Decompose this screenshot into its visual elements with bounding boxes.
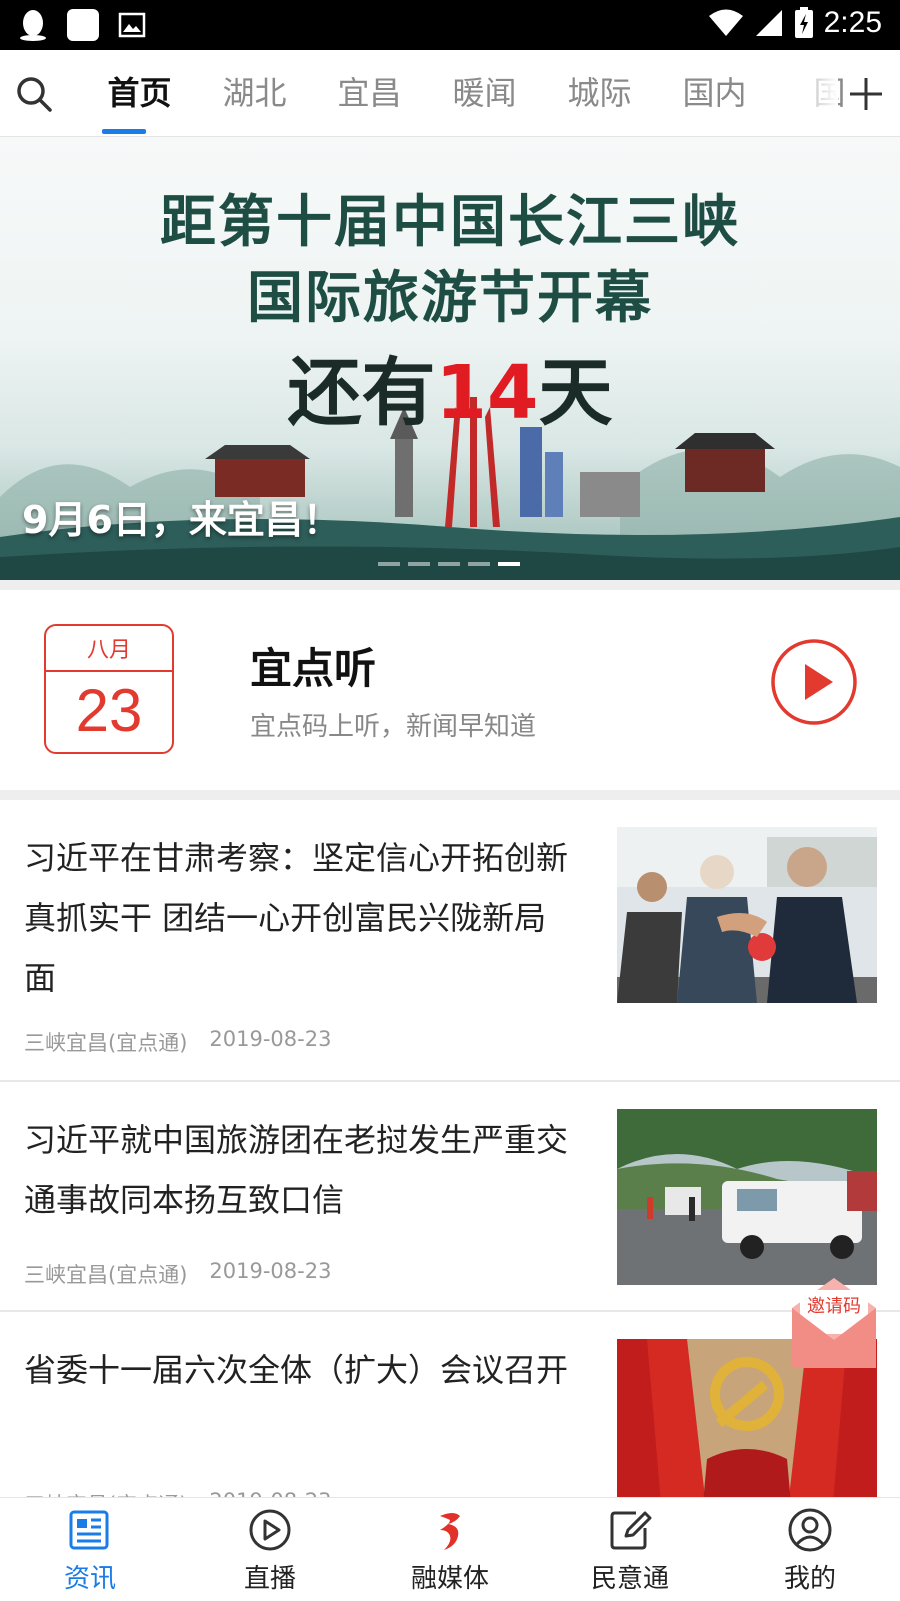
tab-hubei[interactable]: 湖北	[197, 50, 312, 136]
gallery-icon	[118, 12, 146, 38]
tab-yichang[interactable]: 宜昌	[312, 50, 427, 136]
carousel-dot-active	[498, 562, 520, 566]
news-title: 省委十一届六次全体（扩大）会议召开	[24, 1351, 569, 1389]
status-bar: 2:25	[0, 0, 900, 50]
countdown-number: 14	[435, 350, 539, 436]
carousel-indicator	[378, 562, 520, 566]
tab-intercity[interactable]: 城际	[542, 50, 657, 136]
carousel-dot	[408, 562, 430, 566]
tab-warm-news[interactable]: 暖闻	[427, 50, 542, 136]
nav-public-opinion-label: 民意通	[590, 1564, 669, 1594]
news-source: 三峡宜昌(宜点通)	[24, 1263, 188, 1287]
channel-tabs: 首页 湖北 宜昌 暖闻 城际 国内 国	[82, 50, 887, 136]
news-source: 三峡宜昌(宜点通)	[24, 1031, 188, 1055]
tab-home[interactable]: 首页	[82, 50, 197, 136]
bottom-navigation: 资讯 直播 融媒体 民意通 我的	[0, 1497, 900, 1601]
edit-icon	[610, 1511, 652, 1550]
news-date: 2019-08-23	[209, 1027, 332, 1051]
banner-carousel[interactable]: 距第十届中国长江三峡 国际旅游节开幕 还有14天 9月6日，来宜昌！	[0, 137, 900, 580]
tab-fade	[778, 50, 838, 136]
signal-icon	[755, 10, 782, 36]
audio-card-subtitle: 宜点码上听，新闻早知道	[250, 712, 537, 742]
play-button-icon[interactable]	[770, 638, 858, 726]
nav-profile-label: 我的	[783, 1564, 836, 1594]
calendar-divider	[46, 670, 172, 672]
carousel-dot	[438, 562, 460, 566]
nav-public-opinion[interactable]: 民意通	[540, 1498, 720, 1601]
clock: 2:25	[823, 6, 882, 39]
calendar-day: 23	[75, 677, 143, 744]
profile-icon	[788, 1508, 832, 1552]
banner-headline-2: 国际旅游节开幕	[247, 265, 653, 331]
section-divider	[0, 580, 900, 590]
active-tab-indicator	[102, 129, 146, 134]
rongmeiti-logo-icon	[440, 1513, 460, 1550]
carousel-dot	[378, 562, 400, 566]
section-divider	[0, 790, 900, 800]
nav-news-label: 资讯	[63, 1564, 116, 1594]
nav-rongmeiti-label: 融媒体	[410, 1564, 489, 1594]
banner-caption: 9月6日，来宜昌！	[22, 498, 341, 542]
app-square-icon	[67, 9, 99, 41]
banner-countdown: 还有14天	[287, 350, 613, 436]
live-play-icon	[249, 1509, 291, 1551]
news-list-item[interactable]: 习近平在甘肃考察：坚定信心开拓创新真抓实干 团结一心开创富民兴陇新局面 三峡宜昌…	[0, 800, 900, 1082]
news-list-item[interactable]: 习近平就中国旅游团在老挝发生严重交通事故同本扬互致口信 三峡宜昌(宜点通) 20…	[0, 1082, 900, 1312]
news-title: 习近平在甘肃考察：坚定信心开拓创新真抓实干 团结一心开创富民兴陇新局面	[24, 839, 569, 997]
news-date: 2019-08-23	[209, 1259, 332, 1283]
invite-code-envelope-icon[interactable]: 邀请码	[790, 1278, 878, 1370]
nav-profile[interactable]: 我的	[720, 1498, 900, 1601]
audio-news-card[interactable]: 八月 23 宜点听 宜点码上听，新闻早知道	[0, 590, 900, 790]
news-meta: 三峡宜昌(宜点通) 2019-08-23	[24, 1259, 331, 1289]
news-title: 习近平就中国旅游团在老挝发生严重交通事故同本扬互致口信	[24, 1121, 569, 1219]
invite-code-label: 邀请码	[807, 1296, 861, 1317]
channel-tab-bar: 首页 湖北 宜昌 暖闻 城际 国内 国	[0, 50, 900, 138]
nav-live-label: 直播	[243, 1564, 296, 1594]
news-meta: 三峡宜昌(宜点通) 2019-08-23	[24, 1027, 331, 1057]
news-thumbnail-image	[617, 827, 877, 1003]
nav-news[interactable]: 资讯	[0, 1498, 180, 1601]
news-thumbnail-image	[617, 1109, 877, 1285]
battery-charging-icon	[794, 7, 813, 38]
add-channel-icon[interactable]	[846, 74, 886, 114]
tab-domestic[interactable]: 国内	[657, 50, 772, 136]
audio-card-title: 宜点听	[250, 644, 377, 693]
news-icon	[69, 1510, 109, 1550]
nav-live[interactable]: 直播	[180, 1498, 360, 1601]
wifi-icon	[708, 9, 743, 36]
nav-rongmeiti[interactable]: 融媒体	[360, 1498, 540, 1601]
carousel-dot	[468, 562, 490, 566]
qq-penguin-icon	[20, 10, 46, 41]
news-list-item[interactable]: 省委十一届六次全体（扩大）会议召开 三峡宜昌(宜点通) 2019-08-23	[0, 1312, 900, 1517]
banner-headline-1: 距第十届中国长江三峡	[160, 189, 740, 255]
calendar-month: 八月	[86, 638, 131, 663]
calendar-date-badge: 八月 23	[44, 624, 174, 754]
search-icon[interactable]	[14, 74, 54, 114]
